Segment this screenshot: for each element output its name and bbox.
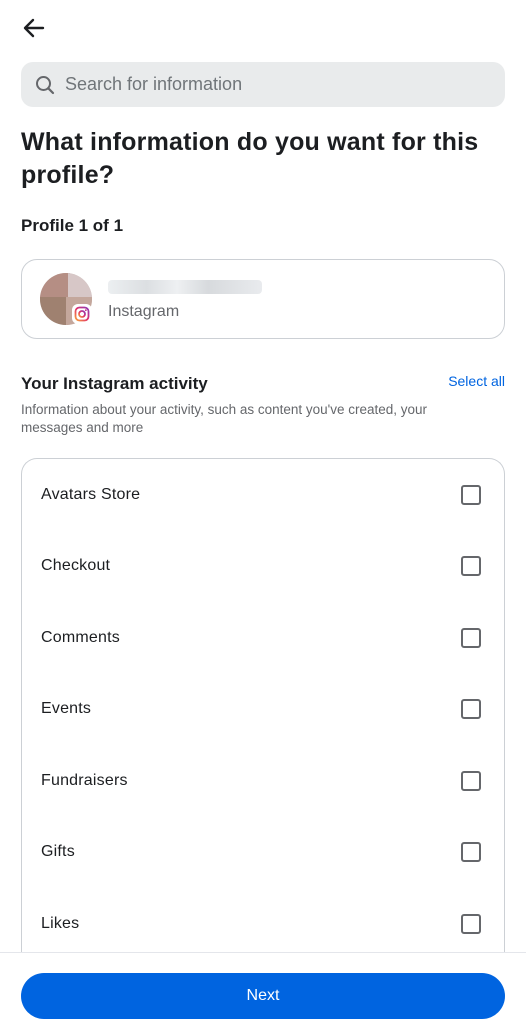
next-button[interactable]: Next <box>21 973 505 1019</box>
back-button[interactable] <box>18 14 50 42</box>
checkbox[interactable] <box>461 484 481 505</box>
profile-name-redacted <box>108 280 262 294</box>
search-bar[interactable] <box>21 62 505 107</box>
list-item-label: Likes <box>41 914 80 932</box>
checkbox[interactable] <box>461 627 481 648</box>
list-item-checkout[interactable]: Checkout <box>22 530 504 601</box>
profile-count: Profile 1 of 1 <box>21 216 124 235</box>
list-item-gifts[interactable]: Gifts <box>22 816 504 887</box>
list-item-comments[interactable]: Comments <box>22 602 504 673</box>
instagram-icon <box>72 304 92 324</box>
profile-platform: Instagram <box>108 303 180 320</box>
profile-card: Instagram <box>21 259 505 339</box>
checkbox[interactable] <box>461 770 481 791</box>
list-item-label: Events <box>41 699 92 717</box>
arrow-left-icon <box>23 18 45 38</box>
checkbox[interactable] <box>461 913 481 934</box>
list-item-events[interactable]: Events <box>22 673 504 744</box>
section-title: Your Instagram activity <box>21 374 208 393</box>
list-item-label: Comments <box>41 628 120 646</box>
activity-list: Avatars Store Checkout Comments Events F… <box>21 458 505 1018</box>
checkbox[interactable] <box>461 555 481 576</box>
search-icon <box>36 75 55 94</box>
search-input[interactable] <box>63 73 487 96</box>
list-item-likes[interactable]: Likes <box>22 888 504 959</box>
list-item-label: Fundraisers <box>41 771 128 789</box>
list-item-label: Avatars Store <box>41 485 141 503</box>
list-item-avatars-store[interactable]: Avatars Store <box>22 459 504 530</box>
section-description: Information about your activity, such as… <box>21 402 428 435</box>
checkbox[interactable] <box>461 841 481 862</box>
list-item-fundraisers[interactable]: Fundraisers <box>22 745 504 816</box>
checkbox[interactable] <box>461 698 481 719</box>
list-item-label: Checkout <box>41 556 111 574</box>
list-item-label: Gifts <box>41 842 75 860</box>
select-all-link[interactable]: Select all <box>448 373 505 389</box>
page-title: What information do you want for this pr… <box>21 128 479 189</box>
